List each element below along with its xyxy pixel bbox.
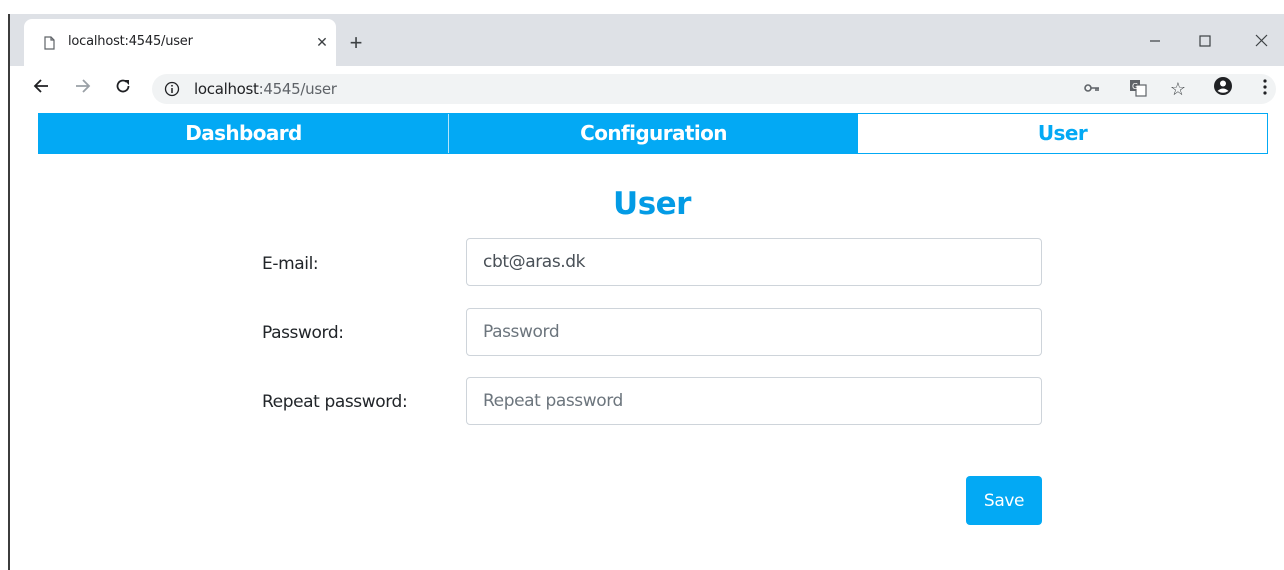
password-field[interactable]: [466, 308, 1042, 356]
url-text[interactable]: localhost:4545/user: [194, 80, 337, 98]
page-icon: [44, 36, 55, 50]
password-label: Password:: [262, 323, 344, 343]
page-nav: Dashboard Configuration User: [38, 113, 1268, 154]
browser-window: localhost:4545/user ✕ + localhost:4545/u…: [0, 0, 1284, 570]
info-icon[interactable]: [164, 81, 180, 97]
save-button[interactable]: Save: [966, 476, 1042, 525]
url-host: localhost: [194, 80, 259, 98]
svg-text:G: G: [1132, 82, 1138, 91]
url-path: :4545/user: [258, 80, 337, 98]
star-icon[interactable]: ☆: [1168, 79, 1188, 99]
email-field[interactable]: [466, 238, 1042, 286]
close-icon[interactable]: ✕: [312, 32, 332, 52]
nav-configuration[interactable]: Configuration: [449, 114, 858, 153]
close-window-icon[interactable]: [1246, 32, 1276, 54]
back-icon[interactable]: [28, 76, 54, 102]
email-label: E-mail:: [262, 254, 319, 274]
tab-title: localhost:4545/user: [68, 34, 193, 49]
address-bar[interactable]: localhost:4545/user G ☆: [152, 74, 1276, 104]
browser-toolbar: localhost:4545/user G ☆: [10, 66, 1284, 112]
menu-icon[interactable]: [1252, 76, 1278, 102]
forward-icon[interactable]: [70, 76, 96, 102]
repeat-password-field[interactable]: [466, 377, 1042, 425]
minimize-icon[interactable]: [1140, 32, 1170, 54]
page-title: User: [613, 186, 691, 222]
translate-icon[interactable]: G: [1128, 79, 1148, 99]
tab-strip: localhost:4545/user ✕ +: [10, 14, 1284, 66]
repeat-password-label: Repeat password:: [262, 392, 408, 412]
nav-dashboard[interactable]: Dashboard: [39, 114, 449, 153]
profile-icon[interactable]: [1210, 76, 1236, 102]
reload-icon[interactable]: [110, 76, 136, 102]
maximize-icon[interactable]: [1190, 32, 1220, 54]
browser-tab[interactable]: localhost:4545/user ✕: [24, 19, 336, 66]
new-tab-icon[interactable]: +: [344, 32, 368, 56]
key-icon[interactable]: [1082, 79, 1102, 99]
nav-user[interactable]: User: [858, 114, 1267, 153]
